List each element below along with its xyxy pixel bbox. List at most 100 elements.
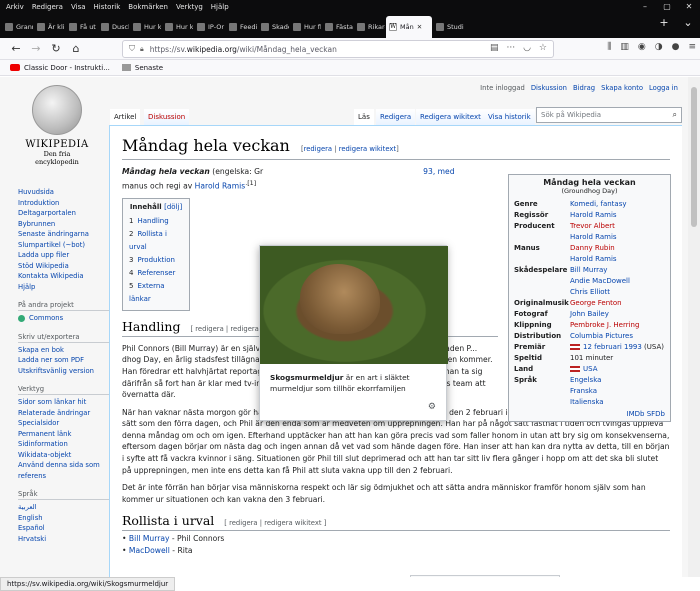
infobox-link[interactable]: Franska — [570, 386, 604, 397]
browser-tab[interactable]: Är kli — [34, 16, 65, 38]
browser-tab[interactable]: Fästa — [322, 16, 353, 38]
sidebar-link[interactable]: Senaste ändringarna — [18, 229, 110, 240]
link-preview-popup[interactable]: Skogsmurmeldjur är en art i släktet murm… — [259, 245, 448, 421]
infobox-link[interactable]: Harold Ramis — [570, 254, 617, 265]
lock-icon[interactable]: 🔒︎ — [140, 45, 144, 54]
sidebar-link[interactable]: Stöd Wikipedia — [18, 261, 110, 272]
browser-tab[interactable]: Grann — [2, 16, 33, 38]
infobox-link[interactable]: Italienska — [570, 397, 604, 408]
page-scrollbar[interactable] — [688, 77, 700, 577]
sidebar-link[interactable]: Hjälp — [18, 282, 110, 293]
infobox-link[interactable]: Danny Rubin — [570, 243, 617, 254]
groundhog-image[interactable] — [260, 246, 448, 364]
sidebar-link[interactable]: Ladda upp filer — [18, 250, 110, 261]
sidebar-link[interactable]: Relaterade ändringar — [18, 408, 110, 419]
sidebar-link[interactable]: Sidinformation — [18, 439, 110, 450]
external-db-links[interactable]: IMDb SFDb — [514, 410, 665, 418]
menu-visa[interactable]: Visa — [71, 3, 86, 11]
toc-item[interactable]: 3 Produktion — [129, 254, 183, 267]
personal-talk-link[interactable]: Diskussion — [531, 84, 567, 92]
more-actions-icon[interactable]: ··· — [506, 43, 515, 53]
sidebar-link[interactable]: Använd denna sida som referens — [18, 460, 110, 481]
scrollbar-thumb[interactable] — [691, 87, 697, 227]
browser-tab[interactable]: Hur k — [130, 16, 161, 38]
sidebar-link[interactable]: Specialsidor — [18, 418, 110, 429]
browser-tab[interactable]: Studi — [433, 16, 464, 38]
language-link[interactable]: العربية — [18, 502, 110, 513]
sidebar-link[interactable]: Wikidata-objekt — [18, 450, 110, 461]
login-link[interactable]: Logga in — [649, 84, 678, 92]
wiki-search-input[interactable]: Sök på Wikipedia ⌕ — [536, 107, 682, 123]
sidebar-link[interactable]: Introduktion — [18, 198, 110, 209]
sidebar-link[interactable]: Permanent länk — [18, 429, 110, 440]
bookmark-item[interactable]: Classic Door - Instrukti... — [10, 64, 110, 72]
toc-item[interactable]: 5 Externa länkar — [129, 280, 183, 306]
cast-thumbnail-image[interactable] — [410, 575, 560, 577]
country-link[interactable]: USA — [583, 365, 598, 373]
minimize-icon[interactable]: – — [634, 0, 656, 14]
commons-link[interactable]: Commons — [18, 313, 110, 324]
browser-tab[interactable]: Rikare — [354, 16, 385, 38]
browser-tab-active[interactable]: W Mån ✕ — [386, 16, 432, 38]
tab-read[interactable]: Läs — [354, 109, 374, 125]
sidebar-link[interactable]: Sidor som länkar hit — [18, 397, 110, 408]
tab-article[interactable]: Artikel — [110, 109, 141, 125]
menu-arkiv[interactable]: Arkiv — [6, 3, 24, 11]
sidebar-link[interactable]: Bybrunnen — [18, 219, 110, 230]
shield-icon[interactable]: ⛉ — [129, 44, 135, 54]
back-arrow-icon[interactable]: ← — [6, 42, 26, 55]
edit-link[interactable]: redigera — [304, 145, 333, 153]
reader-view-icon[interactable]: ▤ — [490, 43, 499, 53]
personal-contrib-link[interactable]: Bidrag — [573, 84, 595, 92]
infobox-link[interactable]: Pembroke J. Herring — [570, 320, 639, 331]
extension-icon[interactable]: ◉ — [638, 42, 646, 52]
url-bar[interactable]: ⛉ 🔒︎ https://sv. wikipedia.org/wiki/Månda… — [122, 40, 554, 58]
tab-edit[interactable]: Redigera — [376, 109, 416, 125]
toc-item[interactable]: 4 Referenser — [129, 267, 183, 280]
infobox-link[interactable]: John Bailey — [570, 309, 609, 320]
new-tab-icon[interactable]: + — [652, 16, 676, 29]
browser-tab[interactable]: Få ut — [66, 16, 97, 38]
sidebar-icon[interactable]: ▥ — [620, 42, 629, 52]
account-icon[interactable]: ● — [672, 42, 680, 52]
edit-wikitext-link[interactable]: redigera wikitext — [339, 145, 396, 153]
maximize-icon[interactable]: ▢ — [656, 0, 678, 14]
sidebar-link[interactable]: Skapa en bok — [18, 345, 110, 356]
sidebar-link[interactable]: Utskriftsvänlig version — [18, 366, 110, 377]
reference-link[interactable]: .[1] — [245, 180, 256, 187]
menu-verktyg[interactable]: Verktyg — [176, 3, 203, 11]
gear-icon[interactable]: ⚙ — [428, 402, 436, 412]
language-link[interactable]: Español — [18, 523, 110, 534]
close-tab-icon[interactable]: ✕ — [417, 23, 422, 31]
browser-tab[interactable]: Hur k — [162, 16, 193, 38]
infobox-link[interactable]: Engelska — [570, 375, 604, 386]
search-icon[interactable]: ⌕ — [673, 110, 677, 120]
sidebar-link[interactable]: Ladda ner som PDF — [18, 355, 110, 366]
menu-hjalp[interactable]: Hjälp — [211, 3, 229, 11]
sidebar-link[interactable]: Huvudsida — [18, 187, 110, 198]
section-edit-links[interactable]: [ redigera | redigera wi — [190, 325, 268, 333]
infobox-link[interactable]: Columbia Pictures — [570, 331, 633, 342]
toc-item[interactable]: 2 Rollista i urval — [129, 228, 183, 254]
browser-tab[interactable]: Dusch — [98, 16, 129, 38]
sidebar-link[interactable]: Deltagarportalen — [18, 208, 110, 219]
director-link[interactable]: Harold Ramis — [195, 181, 246, 190]
sidebar-link[interactable]: Slumpartikel (~bot) — [18, 240, 110, 251]
bookmark-star-icon[interactable]: ☆ — [539, 43, 547, 53]
language-link[interactable]: English — [18, 513, 110, 524]
premiere-date-link[interactable]: 12 februari 1993 — [583, 343, 642, 351]
menu-icon[interactable]: ≡ — [688, 42, 696, 52]
intro-year-link[interactable]: 93, med — [423, 167, 454, 176]
menu-bokmarken[interactable]: Bokmärken — [128, 3, 168, 11]
home-icon[interactable]: ⌂ — [66, 42, 86, 55]
browser-tab[interactable]: Feedi — [226, 16, 257, 38]
reload-icon[interactable]: ↻ — [46, 42, 66, 55]
menu-historik[interactable]: Historik — [94, 3, 121, 11]
actor-link[interactable]: Bill Murray — [129, 534, 170, 543]
browser-tab[interactable]: Hur fi — [290, 16, 321, 38]
infobox-link[interactable]: Andie MacDowell — [570, 276, 630, 287]
language-link[interactable]: Hrvatski — [18, 534, 110, 545]
infobox-link[interactable]: Bill Murray — [570, 265, 630, 276]
close-window-icon[interactable]: ✕ — [678, 0, 700, 14]
tab-talk[interactable]: Diskussion — [144, 109, 190, 125]
